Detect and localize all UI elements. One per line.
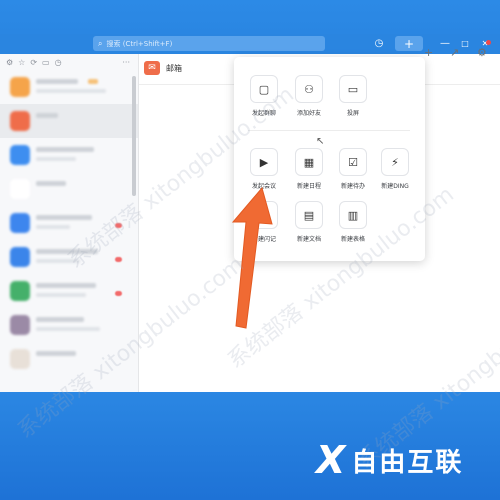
brand-logo: X 自由互联 — [316, 438, 463, 482]
brand-name: 自由互联 — [351, 447, 464, 478]
annotation-arrow — [231, 186, 273, 329]
brand-mark: X — [316, 438, 345, 482]
